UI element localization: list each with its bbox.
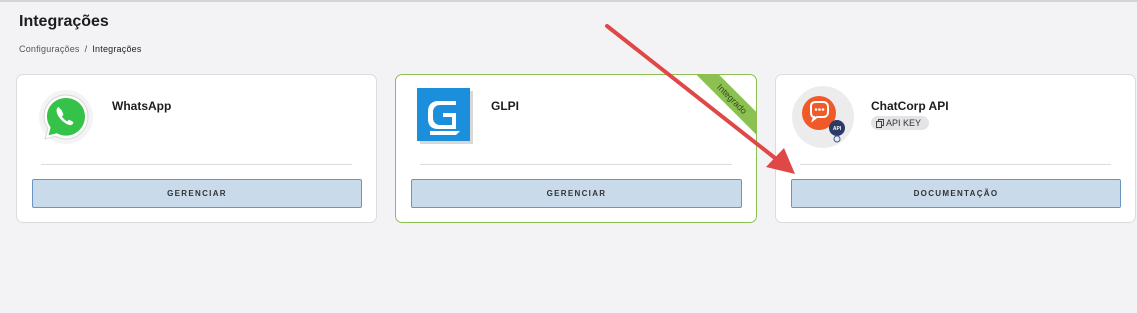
breadcrumb-current: Integrações — [92, 44, 142, 54]
breadcrumb-separator: / — [84, 44, 88, 54]
documentacao-button[interactable]: DOCUMENTAÇÃO — [791, 179, 1121, 208]
integration-card-glpi: GLPI Integrado GERENCIAR — [395, 74, 757, 223]
api-key-label: API KEY — [886, 118, 922, 128]
chat-api-icon: API — [790, 84, 856, 150]
gerenciar-whatsapp-button[interactable]: GERENCIAR — [32, 179, 362, 208]
api-key-copy-badge[interactable]: API KEY — [871, 116, 930, 130]
integration-card-whatsapp: WhatsApp GERENCIAR — [16, 74, 377, 223]
breadcrumb: Configurações / Integrações — [19, 44, 142, 54]
glpi-icon — [416, 87, 476, 147]
card-title-glpi: GLPI — [491, 99, 520, 113]
integration-card-chatcorp-api: API ChatCorp API API KEY DOCUMENTAÇÃO — [775, 74, 1136, 223]
svg-text:API: API — [833, 126, 842, 132]
copy-icon — [876, 118, 884, 128]
page-title: Integrações — [19, 13, 109, 30]
whatsapp-icon — [37, 87, 97, 147]
integrated-ribbon: Integrado — [686, 75, 756, 145]
integrated-ribbon-label: Integrado — [690, 75, 756, 141]
card-divider — [800, 164, 1111, 165]
card-title-chatcorp-api: ChatCorp API — [871, 99, 949, 113]
gerenciar-glpi-button[interactable]: GERENCIAR — [411, 179, 742, 208]
card-title-whatsapp: WhatsApp — [112, 99, 172, 113]
breadcrumb-link-configuracoes[interactable]: Configurações — [19, 44, 80, 54]
card-divider — [41, 164, 352, 165]
card-divider — [420, 164, 732, 165]
